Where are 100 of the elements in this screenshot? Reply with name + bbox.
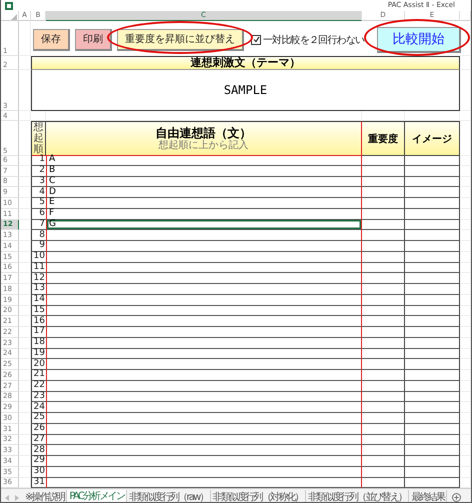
empty-cell — [405, 176, 460, 188]
empty-cell — [405, 380, 460, 392]
empty-cell — [19, 208, 31, 220]
empty-cell — [460, 424, 471, 434]
empty-cell — [362, 327, 405, 338]
scroll-right-icon[interactable] — [14, 494, 19, 501]
empty-cell — [362, 445, 405, 456]
empty-cell — [19, 424, 31, 434]
empty-cell — [460, 370, 471, 381]
empty-cell — [362, 413, 405, 424]
sheet-button[interactable]: 保存 — [33, 28, 70, 50]
empty-cell — [460, 294, 471, 306]
empty-cell — [362, 380, 405, 392]
empty-cell — [19, 252, 31, 262]
empty-cell — [405, 327, 460, 338]
empty-cell — [405, 166, 460, 176]
empty-cell — [19, 434, 31, 446]
empty-cell — [405, 316, 460, 327]
empty-cell — [362, 230, 405, 241]
sheet-button[interactable]: 重要度を昇順に並び替え — [117, 28, 244, 50]
add-sheet-icon[interactable] — [452, 493, 462, 502]
order-number: 20 — [31, 359, 46, 370]
theme-heading: 連想刺激文（テーマ） — [31, 56, 460, 70]
table-cell: B — [46, 166, 362, 176]
empty-cell — [405, 208, 460, 220]
empty-cell — [405, 359, 460, 370]
empty-cell — [460, 434, 471, 446]
empty-cell — [405, 424, 460, 434]
sheet-tab[interactable]: 最終結果 — [409, 490, 448, 502]
order-number: 2 — [31, 166, 46, 176]
empty-cell — [460, 445, 471, 456]
empty-cell — [362, 434, 405, 446]
order-number: 6 — [31, 208, 46, 220]
empty-cell — [362, 252, 405, 262]
sheet-tab[interactable]: 非類似度行列（raw） — [127, 490, 211, 502]
empty-cell — [460, 392, 471, 402]
empty-cell — [19, 70, 31, 111]
empty-cell — [460, 262, 471, 274]
sheet-button[interactable]: 比較開始 — [377, 26, 462, 52]
empty-cell — [460, 316, 471, 327]
empty-cell — [405, 392, 460, 402]
empty-cell — [405, 294, 460, 306]
order-number: 29 — [31, 456, 46, 467]
order-number: 18 — [31, 338, 46, 348]
empty-cell — [19, 155, 31, 166]
checkbox[interactable] — [251, 34, 261, 44]
empty-cell — [405, 456, 460, 467]
sheet-button[interactable]: 印刷 — [75, 28, 112, 50]
empty-cell — [405, 306, 460, 316]
order-number: 4 — [31, 187, 46, 198]
empty-cell — [405, 198, 460, 209]
empty-cell — [460, 187, 471, 198]
empty-cell — [460, 56, 471, 70]
order-number: 27 — [31, 434, 46, 446]
empty-cell — [19, 445, 31, 456]
order-number: 23 — [31, 392, 46, 402]
empty-cell — [362, 466, 405, 478]
order-number: 21 — [31, 370, 46, 381]
column-subheading: 想起順に上から記入 — [158, 140, 248, 152]
empty-cell — [19, 230, 31, 241]
empty-cell — [405, 434, 460, 446]
empty-cell — [362, 155, 405, 166]
empty-cell — [19, 370, 31, 381]
empty-cell — [460, 176, 471, 188]
empty-cell — [19, 466, 31, 478]
empty-cell — [405, 445, 460, 456]
empty-cell — [19, 402, 31, 413]
sheet-tab[interactable]: 非類似度行列（並び替え） — [306, 490, 410, 502]
column-heading: 想起順 — [34, 122, 44, 155]
order-number: 10 — [31, 252, 46, 262]
empty-cell — [19, 306, 31, 316]
empty-cell — [362, 306, 405, 316]
empty-cell — [460, 306, 471, 316]
empty-cell — [19, 316, 31, 327]
empty-cell — [19, 166, 31, 176]
empty-cell — [460, 70, 471, 111]
order-number: 25 — [31, 413, 46, 424]
empty-cell — [460, 252, 471, 262]
empty-cell — [19, 176, 31, 188]
order-number: 22 — [31, 380, 46, 392]
order-number: 11 — [31, 262, 46, 274]
empty-cell — [19, 359, 31, 370]
order-number: 1 — [31, 155, 46, 166]
sheet-tab[interactable]: 非類似度行列（対称化） — [210, 490, 306, 502]
order-number: 7 — [31, 220, 46, 230]
empty-cell — [460, 359, 471, 370]
order-number: 30 — [31, 466, 46, 478]
empty-cell — [405, 284, 460, 295]
sheet-tab[interactable]: PAC分析メイン — [67, 490, 128, 502]
empty-cell — [362, 424, 405, 434]
empty-cell — [19, 111, 31, 121]
empty-cell — [362, 262, 405, 274]
order-number: 24 — [31, 402, 46, 413]
empty-cell — [362, 392, 405, 402]
empty-cell — [460, 121, 471, 156]
scroll-left-icon[interactable] — [5, 494, 10, 501]
empty-cell — [362, 208, 405, 220]
empty-cell — [460, 380, 471, 392]
select-all-icon[interactable] — [11, 14, 17, 20]
empty-cell — [362, 241, 405, 252]
